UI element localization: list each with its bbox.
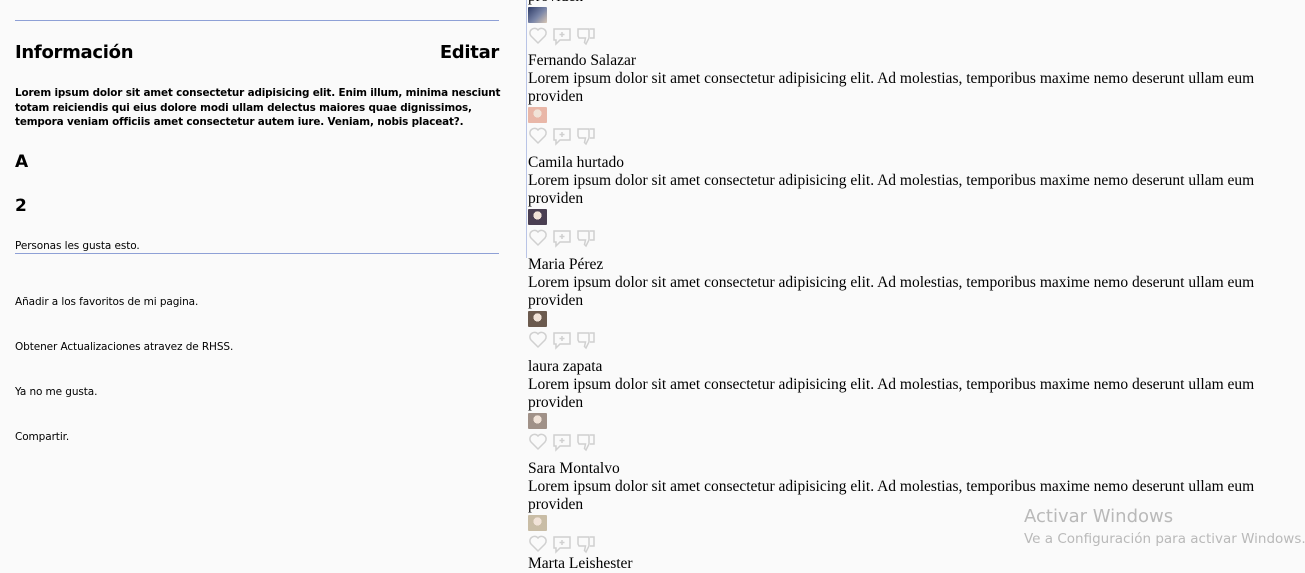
heart-icon[interactable]	[528, 228, 548, 248]
feed-left-border	[526, 0, 527, 258]
activation-watermark: Activar Windows Ve a Configuración para …	[1024, 506, 1305, 547]
thumbs-down-icon[interactable]	[576, 26, 596, 46]
post: Fernando Salazar Lorem ipsum dolor sit am…	[528, 52, 1288, 146]
post-author: Maria Pérez	[528, 256, 604, 273]
post: laura zapata Lorem ipsum dolor sit amet c…	[528, 358, 1288, 452]
post-actions	[528, 228, 1288, 248]
post-text: providen	[528, 0, 1288, 6]
share-link[interactable]: Compartir.	[15, 431, 69, 443]
top-divider	[15, 20, 499, 21]
post-text: Lorem ipsum dolor sit amet consectetur a…	[528, 376, 1255, 411]
watermark-subtitle: Ve a Configuración para activar Windows.	[1024, 531, 1305, 547]
post-author: Camila hurtado	[528, 154, 624, 171]
likes-text: Personas les gusta esto.	[15, 240, 140, 252]
info-title: Información	[15, 42, 134, 63]
heart-icon[interactable]	[528, 126, 548, 146]
heart-icon[interactable]	[528, 534, 548, 554]
avatar	[528, 311, 547, 327]
likes-divider	[15, 253, 499, 254]
avatar	[528, 209, 547, 225]
comment-plus-icon[interactable]	[552, 432, 572, 452]
post-text: Lorem ipsum dolor sit amet consectetur a…	[528, 70, 1255, 105]
likes-count: 2	[15, 196, 27, 216]
heart-icon[interactable]	[528, 432, 548, 452]
partial-post-bottom: Marta Leishester	[528, 555, 1288, 573]
post-author: Fernando Salazar	[528, 52, 637, 69]
post-text: Lorem ipsum dolor sit amet consectetur a…	[528, 274, 1255, 309]
post-actions	[528, 432, 1288, 452]
post-author: Sara Montalvo	[528, 460, 620, 477]
comment-plus-icon[interactable]	[552, 26, 572, 46]
edit-button[interactable]: Editar	[440, 42, 499, 63]
thumbs-down-icon[interactable]	[576, 534, 596, 554]
heart-icon[interactable]	[528, 26, 548, 46]
comment-plus-icon[interactable]	[552, 228, 572, 248]
add-favorites-link[interactable]: Añadir a los favoritos de mi pagina.	[15, 296, 198, 308]
post-actions	[528, 126, 1288, 146]
thumbs-down-icon[interactable]	[576, 126, 596, 146]
watermark-title: Activar Windows	[1024, 506, 1174, 527]
info-description: Lorem ipsum dolor sit amet consectetur a…	[15, 87, 501, 128]
post-author: laura zapata	[528, 358, 603, 375]
comment-plus-icon[interactable]	[552, 534, 572, 554]
heart-icon[interactable]	[528, 330, 548, 350]
comment-plus-icon[interactable]	[552, 330, 572, 350]
post: Camila hurtado Lorem ipsum dolor sit amet…	[528, 154, 1288, 248]
avatar	[528, 515, 547, 531]
post-actions	[528, 330, 1288, 350]
post-actions	[528, 26, 1288, 46]
thumbs-down-icon[interactable]	[576, 228, 596, 248]
post-author: Marta Leishester	[528, 555, 633, 572]
rss-updates-link[interactable]: Obtener Actualizaciones atravez de RHSS.	[15, 341, 233, 353]
unlike-link[interactable]: Ya no me gusta.	[15, 386, 97, 398]
thumbs-down-icon[interactable]	[576, 432, 596, 452]
thumbs-down-icon[interactable]	[576, 330, 596, 350]
post: Maria Pérez Lorem ipsum dolor sit amet co…	[528, 256, 1288, 350]
info-letter: A	[15, 152, 29, 172]
avatar	[528, 413, 547, 429]
post-text: Lorem ipsum dolor sit amet consectetur a…	[528, 172, 1255, 207]
partial-post-top: providen	[528, 0, 1288, 46]
comment-plus-icon[interactable]	[552, 126, 572, 146]
avatar	[528, 7, 547, 23]
avatar	[528, 107, 547, 123]
